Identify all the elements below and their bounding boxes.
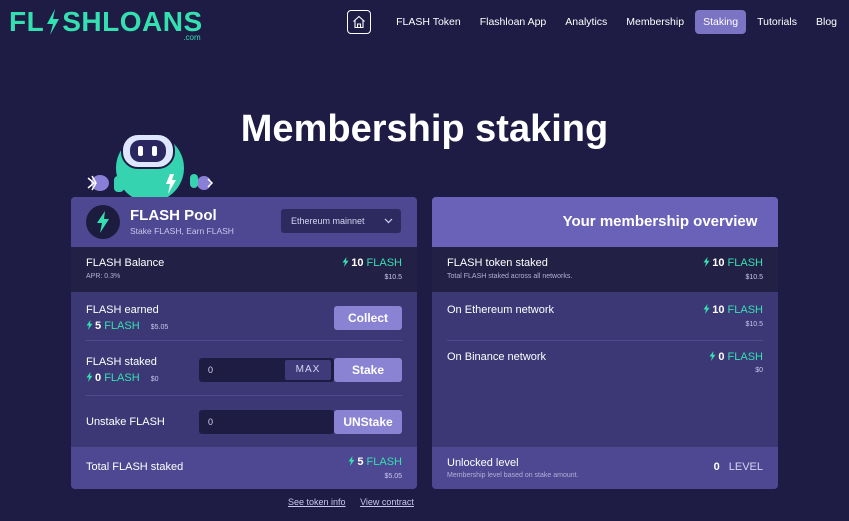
network-select-value: Ethereum mainnet (291, 216, 365, 226)
ethereum-row: On Ethereum network 10 FLASH $10.5 (432, 292, 778, 340)
divider (447, 340, 763, 341)
stake-button[interactable]: Stake (334, 358, 402, 382)
logo-text-a: FL (9, 6, 45, 37)
bolt-icon (703, 304, 710, 314)
earned-value: 5 (95, 320, 102, 332)
token-staked-sub: Total FLASH staked across all networks. (447, 273, 573, 280)
binance-label: On Binance network (447, 351, 547, 363)
token-staked-token: FLASH (727, 257, 763, 269)
unstake-amount-input[interactable]: 0 (199, 410, 334, 434)
balance-amount: 10 FLASH (342, 257, 402, 269)
ethereum-label: On Ethereum network (447, 304, 554, 316)
level-value: 0 (713, 461, 720, 473)
unstake-label: Unstake FLASH (86, 416, 165, 428)
unstake-row: Unstake FLASH 0 UNStake (71, 400, 417, 445)
ethereum-token: FLASH (727, 304, 763, 316)
divider (86, 340, 402, 341)
nav-analytics[interactable]: Analytics (557, 10, 615, 34)
home-icon (353, 15, 365, 29)
ethereum-value: 10 (712, 304, 725, 316)
collect-button[interactable]: Collect (334, 306, 402, 330)
total-staked-row: Total FLASH staked 5 FLASH $5.05 (71, 447, 417, 489)
view-contract-link[interactable]: View contract (360, 497, 414, 507)
pool-subtitle: Stake FLASH, Earn FLASH (130, 226, 234, 236)
bolt-icon (47, 9, 60, 35)
earned-row: FLASH earned 5 FLASH $5.05 Collect (71, 292, 417, 340)
level-amount: 0 LEVEL (714, 461, 763, 473)
nav-blog[interactable]: Blog (808, 10, 845, 34)
binance-row: On Binance network 0 FLASH $0 (432, 345, 778, 395)
earned-usd: $5.05 (150, 324, 169, 331)
balance-label: FLASH Balance (86, 257, 165, 269)
earned-label: FLASH earned (86, 304, 159, 316)
nav-flashloan-app[interactable]: Flashloan App (472, 10, 555, 34)
binance-value: 0 (718, 351, 725, 363)
total-staked-value: 5 (357, 456, 364, 468)
nav-tutorials[interactable]: Tutorials (749, 10, 805, 34)
unstake-button[interactable]: UNStake (334, 410, 402, 434)
network-select[interactable]: Ethereum mainnet (281, 209, 401, 233)
token-staked-label: FLASH token staked (447, 257, 548, 269)
nav-staking[interactable]: Staking (695, 10, 747, 34)
apr-label: APR: 0.3% (86, 273, 121, 280)
earned-amount: 5 FLASH $5.05 (86, 320, 168, 332)
balance-value: 10 (351, 257, 364, 269)
ethereum-usd: $10.5 (745, 321, 763, 328)
max-button[interactable]: MAX (285, 360, 331, 380)
balance-row: FLASH Balance APR: 0.3% 10 FLASH $10.5 (71, 247, 417, 292)
token-staked-usd: $10.5 (745, 274, 763, 281)
total-staked-token: FLASH (366, 456, 402, 468)
bolt-icon (348, 456, 355, 466)
top-nav: FLASH Token Flashloan App Analytics Memb… (347, 10, 845, 34)
staked-row: FLASH staked 0 FLASH $0 0 MAX Stake (71, 345, 417, 395)
token-staked-row: FLASH token staked Total FLASH staked ac… (432, 247, 778, 292)
bolt-icon (703, 257, 710, 267)
flashloans-logo[interactable]: FL SHLOANS .com (9, 6, 203, 42)
bolt-icon (342, 257, 349, 267)
robot-mascot-illustration (87, 133, 214, 198)
bolt-icon (86, 320, 93, 330)
bolt-icon (709, 351, 716, 361)
divider (86, 395, 402, 396)
bolt-icon (97, 211, 109, 233)
binance-token: FLASH (727, 351, 763, 363)
see-token-info-link[interactable]: See token info (288, 497, 346, 507)
unlocked-level-label: Unlocked level (447, 457, 519, 469)
staked-amount: 0 FLASH $0 (86, 372, 159, 384)
unlocked-level-row: Unlocked level Membership level based on… (432, 447, 778, 489)
footer-links: See token info View contract (288, 497, 426, 507)
logo-text-b: SHLOANS (62, 6, 203, 37)
membership-overview-card: Your membership overview FLASH token sta… (432, 197, 778, 489)
balance-usd: $10.5 (384, 274, 402, 281)
ethereum-amount: 10 FLASH (703, 304, 763, 316)
level-unit: LEVEL (728, 461, 763, 473)
home-button[interactable] (347, 10, 372, 34)
binance-amount: 0 FLASH (709, 351, 763, 363)
token-staked-value: 10 (712, 257, 725, 269)
pool-avatar (86, 205, 120, 239)
nav-membership[interactable]: Membership (618, 10, 692, 34)
chevron-down-icon (384, 209, 393, 242)
logo-domain: .com (183, 33, 201, 42)
total-staked-label: Total FLASH staked (86, 461, 184, 473)
flash-pool-card: FLASH Pool Stake FLASH, Earn FLASH Ether… (71, 197, 417, 489)
balance-token: FLASH (366, 257, 402, 269)
pool-header: FLASH Pool Stake FLASH, Earn FLASH Ether… (71, 197, 417, 247)
nav-flash-token[interactable]: FLASH Token (388, 10, 469, 34)
unlocked-level-sub: Membership level based on stake amount. (447, 472, 579, 479)
token-staked-amount: 10 FLASH (703, 257, 763, 269)
staked-value: 0 (95, 372, 102, 384)
bolt-icon (86, 372, 93, 382)
staked-label: FLASH staked (86, 356, 157, 368)
staked-usd: $0 (150, 376, 159, 383)
total-staked-amount: 5 FLASH (348, 456, 402, 468)
pool-name: FLASH Pool (130, 207, 217, 224)
binance-usd: $0 (755, 367, 763, 374)
overview-title: Your membership overview (432, 197, 778, 247)
earned-token: FLASH (104, 320, 140, 332)
total-staked-usd: $5.05 (384, 473, 402, 480)
staked-token: FLASH (104, 372, 140, 384)
